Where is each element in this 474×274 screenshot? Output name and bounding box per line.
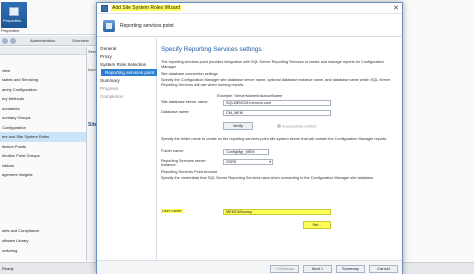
folder-label: Folder name: — [161, 148, 184, 153]
tree-item[interactable] — [0, 56, 86, 66]
db-name-label: Database name: — [161, 109, 190, 114]
step-general[interactable]: General — [100, 46, 116, 51]
status-check-icon — [277, 124, 281, 128]
verify-status-text: Successfully verified — [282, 124, 317, 129]
cancel-button[interactable]: Cancel — [369, 265, 398, 273]
step-completion: Completion — [100, 94, 124, 99]
previous-button[interactable]: < Previous — [270, 265, 299, 273]
step-system-role-selection[interactable]: System Role Selection — [100, 62, 146, 67]
ribbon-properties-button[interactable]: Properties — [1, 2, 27, 28]
folder-description: Specify the folder name to create on the… — [161, 137, 388, 141]
workspace-software-library[interactable]: oftware Library — [0, 236, 86, 246]
db-description: Specify the Configuration Manager site d… — [161, 78, 391, 87]
wizard-app-icon — [101, 5, 108, 12]
ribbon-properties-label: Properties — [3, 18, 22, 23]
status-text: Ready — [2, 266, 14, 271]
wizard-step-list: General Proxy System Role Selection Repo… — [97, 38, 157, 260]
user-name-label: User name: — [161, 208, 184, 214]
step-reporting-services-point[interactable]: Reporting services point — [101, 69, 157, 76]
intro-text: The reporting services point provides in… — [161, 60, 384, 69]
folder-name-input[interactable]: ConfigMgr_MEM — [223, 149, 269, 155]
back-icon[interactable] — [2, 38, 8, 44]
results-column-icon: Icon — [88, 67, 96, 72]
wizard-page-header: Reporting services point — [97, 15, 402, 37]
properties-icon — [9, 7, 19, 16]
db-name-input[interactable]: CM_MEM — [223, 110, 331, 116]
verify-button[interactable]: Verify — [223, 122, 253, 130]
tree-item[interactable]: ibution Points — [0, 142, 86, 152]
ribbon-divider — [0, 34, 100, 35]
example-hint: Example: ServerName\InstanceName — [217, 93, 283, 98]
workspace-header — [0, 47, 86, 55]
tree-item[interactable]: rations — [0, 161, 86, 171]
chevron-down-icon: ▾ — [269, 160, 271, 164]
instance-value: SSRS — [226, 160, 237, 164]
wizard-page-subtitle: Reporting services point — [120, 23, 174, 29]
set-account-button[interactable]: Set... — [303, 221, 331, 229]
tree-item[interactable]: view — [0, 66, 86, 76]
step-progress: Progress — [100, 86, 119, 91]
breadcrumb-administration[interactable]: Administration — [30, 38, 55, 43]
workspace-assets[interactable]: sets and Compliance — [0, 226, 86, 236]
step-proxy[interactable]: Proxy — [100, 54, 112, 59]
db-server-label: Site database server name: — [161, 99, 209, 104]
page-heading: Specify Reporting Services settings — [161, 46, 262, 53]
account-section-title: Reporting Services Point Account — [161, 170, 218, 174]
wizard-content: Specify Reporting Services settings The … — [159, 38, 401, 260]
user-name-input[interactable]: MEMCM\snosp — [223, 209, 331, 215]
verify-status: Successfully verified — [277, 124, 316, 129]
db-section-title: Site database connection settings — [161, 72, 218, 76]
add-site-system-roles-wizard: Add Site System Roles Wizard ✕ Reporting… — [96, 2, 403, 274]
account-description: Specify the credentials that SQL Server … — [161, 176, 375, 180]
tree-item[interactable]: archy Configuration — [0, 85, 86, 95]
reporting-point-icon — [103, 20, 115, 32]
tree-item[interactable]: ery Methods — [0, 94, 86, 104]
tree-item[interactable]: states and Servicing — [0, 75, 86, 85]
tree-item[interactable]: ribution Point Groups — [0, 151, 86, 161]
ribbon-group-label: Properties — [1, 28, 20, 33]
wizard-titlebar[interactable]: Add Site System Roles Wizard ✕ — [97, 3, 402, 14]
step-summary[interactable]: Summary — [100, 78, 120, 83]
tree-item[interactable]: oundaries — [0, 104, 86, 114]
tree-item-selected[interactable]: ers and Site System Roles — [0, 132, 86, 142]
tree-item[interactable]: oundary Groups — [0, 113, 86, 123]
breadcrumb-overview[interactable]: Overview — [72, 38, 89, 43]
close-icon[interactable]: ✕ — [393, 4, 399, 12]
wizard-title: Add Site System Roles Wizard — [111, 5, 182, 11]
wizard-footer: < Previous Next > Summary Cancel — [97, 260, 402, 274]
forward-icon[interactable] — [10, 38, 16, 44]
workspace-switcher: sets and Compliance oftware Library onit… — [0, 226, 86, 256]
workspace-monitoring[interactable]: onitoring — [0, 246, 86, 256]
tree-item[interactable]: Configuration — [0, 123, 86, 133]
instance-label: Reporting Services server instance: — [161, 158, 206, 168]
tree-item[interactable]: agement Insights — [0, 170, 86, 180]
db-server-input[interactable]: SQLMEMCM.memcm.com — [223, 100, 331, 106]
workspace-tree: view states and Servicing archy Configur… — [0, 56, 86, 180]
results-header: Serv — [88, 49, 97, 54]
summary-button[interactable]: Summary — [336, 265, 365, 273]
console-nav-bar: Administration Overview — [0, 36, 100, 46]
next-button[interactable]: Next > — [303, 265, 332, 273]
instance-select[interactable]: SSRS ▾ — [223, 159, 273, 165]
